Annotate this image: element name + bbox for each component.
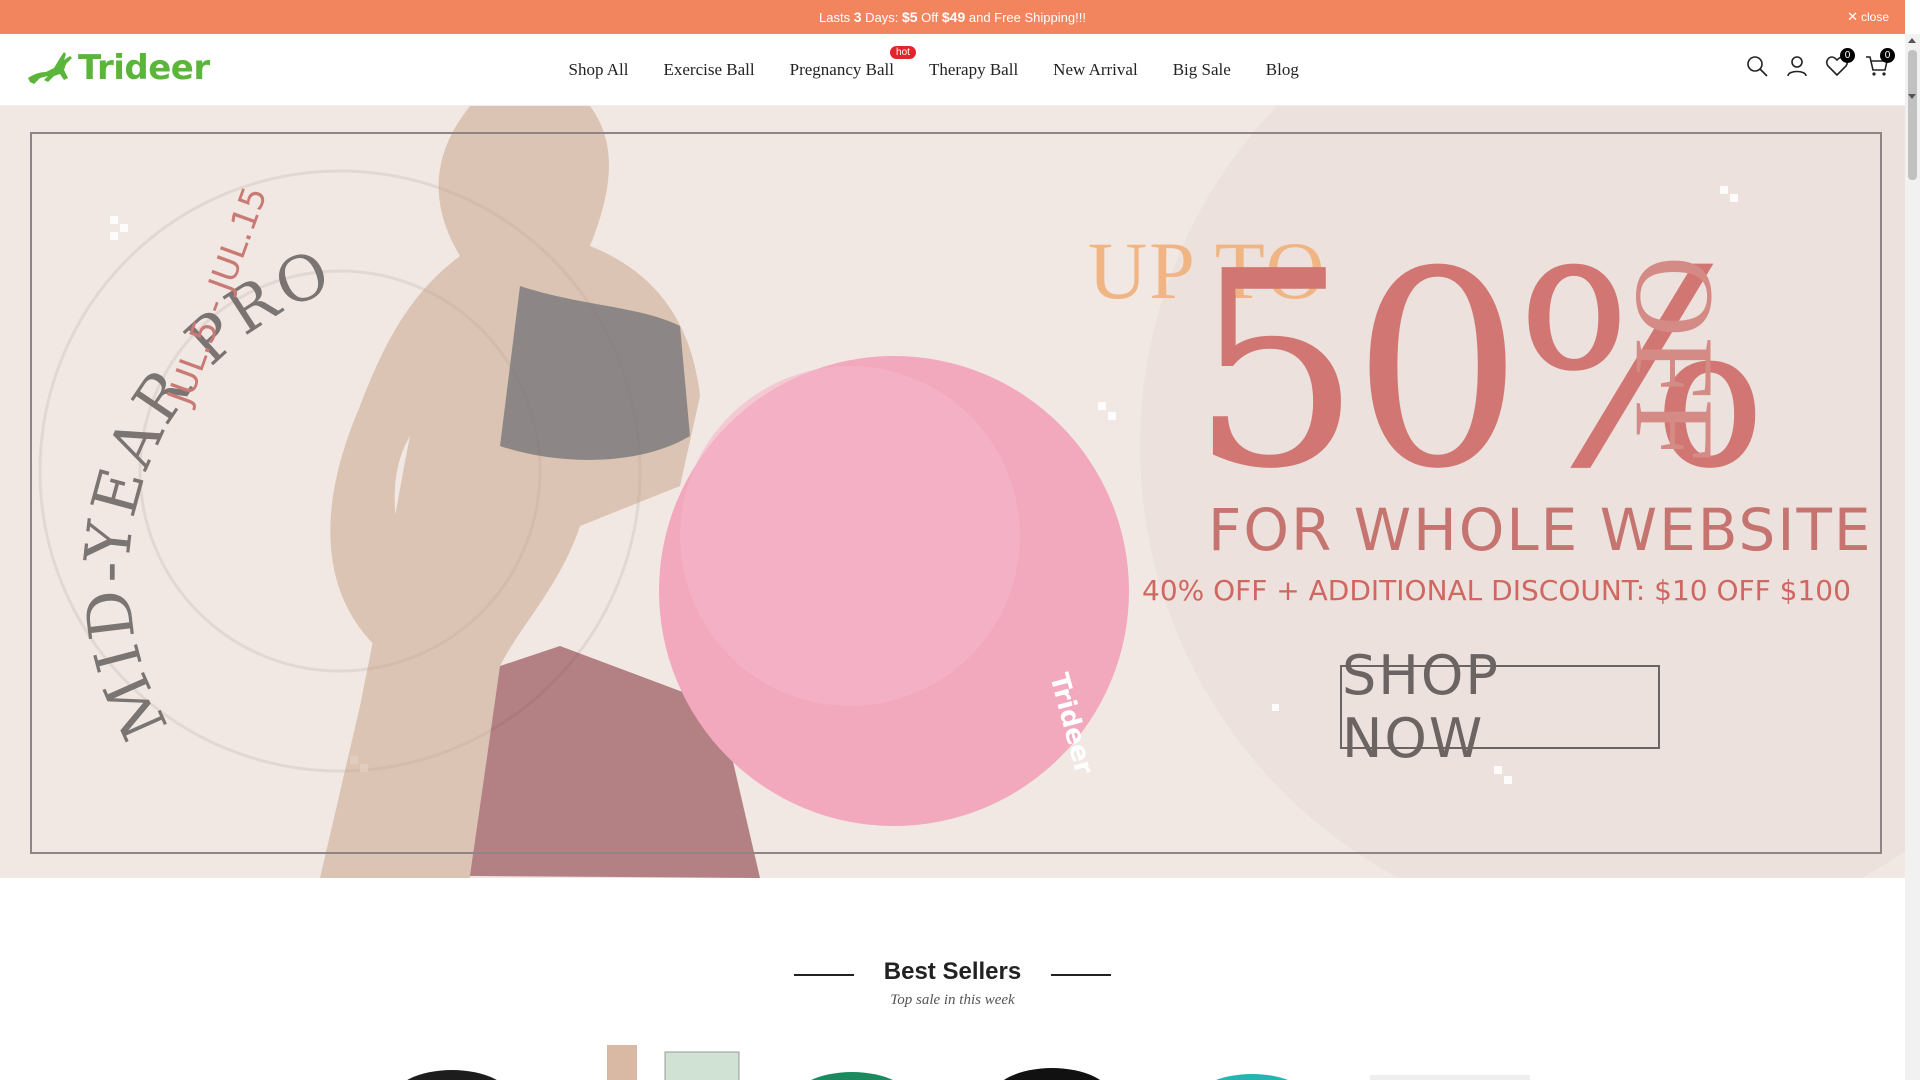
product-image-5 — [1216, 1074, 1288, 1080]
user-icon — [1787, 56, 1807, 77]
product-image-2-box — [664, 1051, 740, 1080]
logo-link[interactable]: Trideer — [24, 48, 210, 88]
title-line-left — [793, 974, 854, 976]
product-image-1 — [407, 1070, 497, 1080]
product-row — [0, 1040, 1905, 1080]
page-scrollbar[interactable] — [1905, 34, 1920, 1080]
section-title: Best Sellers — [793, 958, 1112, 986]
announcement-days: 3 — [853, 9, 862, 25]
product-image-6 — [1370, 1075, 1530, 1080]
scroll-up-arrow-icon[interactable] — [1908, 38, 1916, 43]
product-image-3 — [811, 1072, 893, 1080]
announcement-discount: $5 — [901, 9, 918, 25]
search-button[interactable] — [1745, 54, 1769, 78]
hero-off: OFF — [1612, 256, 1736, 462]
wishlist-button[interactable]: 0 — [1825, 48, 1855, 78]
nav-item-blog[interactable]: Blog — [1266, 60, 1299, 80]
nav-item-pregnancy-ball[interactable]: Pregnancy Ball hot — [789, 46, 916, 80]
hero-whole-website: FOR WHOLE WEBSITE — [1208, 496, 1873, 564]
account-button[interactable] — [1785, 54, 1809, 78]
announcement-text: Lasts 3 Days: $5 Off $49 and Free Shippi… — [819, 9, 1086, 25]
product-image-2 — [607, 1045, 637, 1080]
nav-item-shop-all[interactable]: Shop All — [569, 60, 629, 80]
main-nav: Shop All Exercise Ball Pregnancy Ball hot… — [551, 34, 1316, 106]
site-header: Trideer Shop All Exercise Ball Pregnancy… — [0, 34, 1905, 106]
scroll-down-arrow-icon[interactable] — [1908, 94, 1916, 99]
best-sellers-title: Best Sellers — [883, 958, 1022, 985]
best-sellers-subtitle: Top sale in this week — [890, 992, 1015, 1008]
nav-item-pregnancy-ball-label: Pregnancy Ball — [789, 60, 894, 79]
logo-text: Trideer — [78, 48, 210, 88]
close-icon: ✕ — [1847, 9, 1858, 24]
scroll-thumb[interactable] — [1908, 50, 1917, 180]
announcement-bar: Lasts 3 Days: $5 Off $49 and Free Shippi… — [0, 0, 1905, 34]
header-tools: 0 0 — [1745, 48, 1895, 78]
product-image-4 — [1004, 1068, 1100, 1080]
close-label: close — [1860, 10, 1889, 24]
hot-badge: hot — [890, 46, 916, 59]
best-sellers-heading: Best Sellers Top sale in this week — [0, 958, 1905, 1009]
announcement-close-button[interactable]: ✕ close — [1847, 9, 1889, 25]
search-icon — [1747, 56, 1768, 77]
announcement-off: Off — [917, 10, 942, 25]
hero-banner[interactable]: Trideer MID-YEAR PRO JUL.5 - JUL.15 UP T… — [0, 106, 1905, 878]
nav-item-new-arrival[interactable]: New Arrival — [1053, 60, 1138, 80]
hero-discount: 40% OFF + ADDITIONAL DISCOUNT: $10 OFF $… — [1142, 574, 1851, 607]
hero-arc-text: MID-YEAR PRO — [70, 234, 339, 750]
nav-item-therapy-ball[interactable]: Therapy Ball — [929, 60, 1018, 80]
nav-item-exercise-ball[interactable]: Exercise Ball — [664, 60, 755, 80]
product-thumbnails — [407, 1045, 1530, 1080]
announcement-threshold: $49 — [941, 9, 966, 25]
title-line-right — [1051, 974, 1112, 976]
shop-now-button[interactable]: SHOP NOW — [1340, 644, 1660, 770]
cart-count: 0 — [1880, 48, 1895, 63]
announcement-days-suffix: Days: — [861, 10, 902, 25]
announcement-prefix: Lasts — [819, 10, 854, 25]
nav-item-big-sale[interactable]: Big Sale — [1173, 60, 1231, 80]
deer-logo-icon — [28, 52, 72, 84]
wishlist-count: 0 — [1840, 48, 1855, 63]
cart-button[interactable]: 0 — [1865, 48, 1895, 78]
announcement-suffix: and Free Shipping!!! — [965, 10, 1086, 25]
